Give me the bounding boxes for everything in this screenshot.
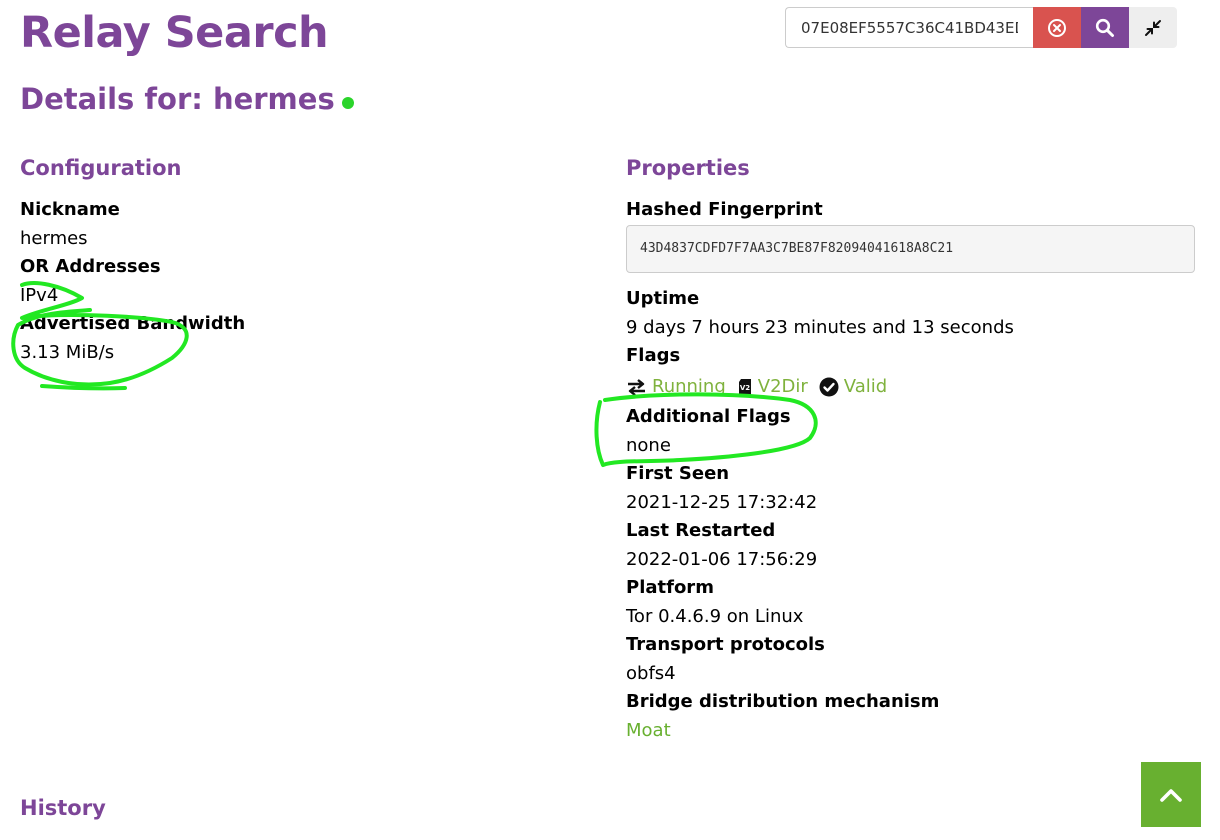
details-title-text: Details for: hermes (20, 82, 335, 116)
flag-running-label: Running (652, 376, 726, 397)
sd-card-icon: V2 (738, 378, 751, 395)
bridge-distribution-label: Bridge distribution mechanism (626, 691, 940, 712)
chevron-up-icon (1160, 788, 1182, 802)
uptime-value: 9 days 7 hours 23 minutes and 13 seconds (626, 317, 1014, 338)
search-button[interactable] (1081, 7, 1129, 48)
fingerprint-label: Hashed Fingerprint (626, 199, 823, 220)
compress-icon (1145, 19, 1161, 36)
flag-v2dir-label: V2Dir (757, 376, 808, 397)
nickname-label: Nickname (20, 199, 120, 220)
last-restarted-value: 2022-01-06 17:56:29 (626, 549, 818, 570)
clear-search-button[interactable] (1033, 7, 1081, 48)
annotation-underline-bandwidth (40, 384, 127, 391)
exchange-icon (628, 378, 645, 396)
check-circle-icon (819, 377, 839, 396)
fingerprint-value[interactable]: 43D4837CDFD7F7AA3C7BE87F82094041618A8C21 (626, 225, 1195, 273)
bridge-distribution-link[interactable]: Moat (626, 720, 671, 741)
search-bar (785, 7, 1177, 48)
first-seen-label: First Seen (626, 463, 730, 484)
or-addresses-label: OR Addresses (20, 256, 161, 277)
uptime-label: Uptime (626, 288, 700, 309)
transport-protocols-value: obfs4 (626, 663, 676, 684)
svg-text:V2: V2 (740, 384, 750, 392)
additional-flags-label: Additional Flags (626, 406, 791, 427)
collapse-button[interactable] (1129, 7, 1177, 48)
status-running-dot (341, 97, 354, 109)
flag-running[interactable]: Running (626, 376, 726, 397)
history-heading: History (20, 796, 106, 820)
configuration-section: Nickname hermes OR Addresses IPv4 Advert… (20, 196, 580, 367)
properties-heading: Properties (626, 156, 750, 180)
flag-valid-label: Valid (843, 376, 888, 397)
or-addresses-value: IPv4 (20, 285, 59, 306)
back-to-top-button[interactable] (1141, 762, 1201, 827)
properties-section: Hashed Fingerprint 43D4837CDFD7F7AA3C7BE… (626, 196, 1196, 745)
flags-list: Running V2 V2Dir Valid (626, 370, 1196, 403)
flag-valid[interactable]: Valid (819, 376, 887, 397)
details-title: Details for: hermes (20, 82, 354, 116)
platform-value: Tor 0.4.6.9 on Linux (626, 606, 804, 627)
configuration-heading: Configuration (20, 156, 182, 180)
transport-protocols-label: Transport protocols (626, 634, 825, 655)
flag-v2dir[interactable]: V2 V2Dir (737, 376, 808, 397)
flags-label: Flags (626, 345, 681, 366)
search-icon (1095, 18, 1114, 37)
advertised-bandwidth-label: Advertised Bandwidth (20, 313, 246, 334)
advertised-bandwidth-value: 3.13 MiB/s (20, 342, 115, 363)
platform-label: Platform (626, 577, 714, 598)
last-restarted-label: Last Restarted (626, 520, 776, 541)
clear-circle-icon (1048, 18, 1066, 37)
nickname-value: hermes (20, 228, 88, 249)
search-input[interactable] (785, 7, 1033, 48)
first-seen-value: 2021-12-25 17:32:42 (626, 492, 818, 513)
page-title: Relay Search (20, 8, 329, 58)
additional-flags-value: none (626, 435, 671, 456)
